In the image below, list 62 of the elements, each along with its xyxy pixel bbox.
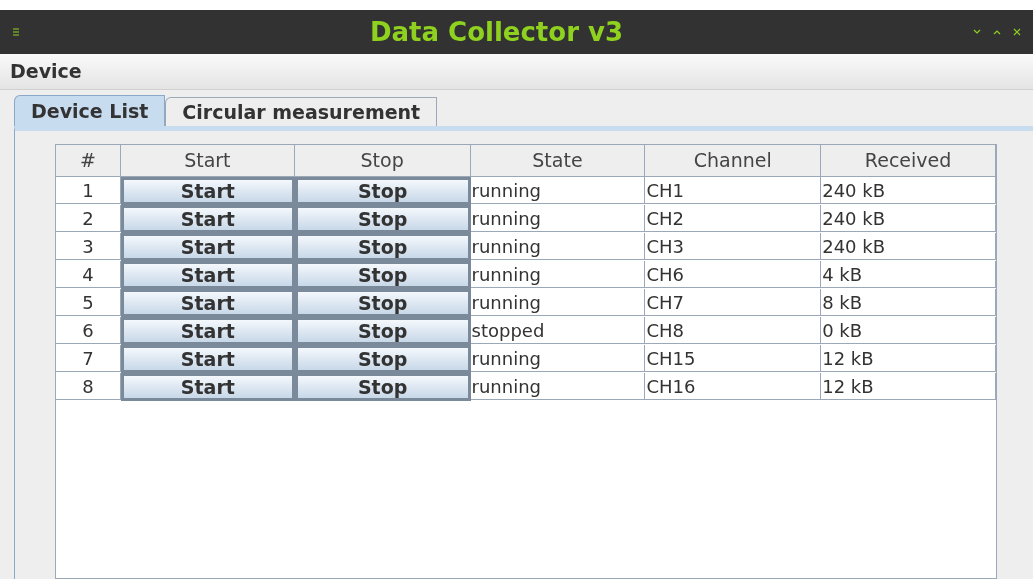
table-cell: 240 kB — [821, 177, 996, 204]
table-cell: CH8 — [645, 317, 822, 344]
menu-icon[interactable] — [12, 28, 20, 36]
stop-button[interactable]: Stop — [295, 178, 470, 204]
table-cell: 8 kB — [821, 289, 996, 316]
start-button[interactable]: Start — [121, 234, 294, 260]
tab[interactable]: Circular measurement — [165, 97, 438, 126]
stop-button[interactable]: Stop — [295, 262, 470, 288]
table-cell: 240 kB — [821, 233, 996, 260]
table-cell: 4 — [56, 261, 121, 288]
table-cell: CH3 — [645, 233, 822, 260]
table-cell: running — [470, 345, 646, 372]
maximize-icon[interactable] — [993, 29, 1001, 35]
table-cell: running — [470, 261, 646, 288]
minimize-icon[interactable] — [973, 29, 981, 35]
column-header[interactable]: Start — [120, 145, 295, 177]
stop-button[interactable]: Stop — [295, 234, 470, 260]
table-cell: 5 — [56, 289, 121, 316]
table-cell: CH15 — [645, 345, 822, 372]
table-cell: CH6 — [645, 261, 822, 288]
column-header[interactable]: State — [470, 145, 646, 177]
window-title: Data Collector v3 — [369, 15, 624, 49]
table-cell: CH16 — [645, 373, 822, 400]
table-cell: running — [470, 205, 646, 232]
start-button[interactable]: Start — [121, 346, 294, 372]
start-button[interactable]: Start — [121, 374, 294, 400]
table-cell: 12 kB — [821, 373, 996, 400]
table-cell: running — [470, 233, 646, 260]
menu-item[interactable]: Device — [10, 57, 82, 86]
tab[interactable]: Device List — [14, 95, 166, 126]
table-cell: 7 — [56, 345, 121, 372]
table-cell: 0 kB — [821, 317, 996, 344]
table-cell: stopped — [470, 317, 646, 344]
table-cell: running — [470, 373, 646, 400]
table-cell: 240 kB — [821, 205, 996, 232]
stop-button[interactable]: Stop — [295, 346, 470, 372]
table-cell: 2 — [56, 205, 121, 232]
stop-button[interactable]: Stop — [295, 374, 470, 400]
column-header[interactable]: Channel — [645, 145, 822, 177]
table-cell: 4 kB — [821, 261, 996, 288]
start-button[interactable]: Start — [121, 290, 294, 316]
table-cell: running — [470, 289, 646, 316]
start-button[interactable]: Start — [121, 206, 294, 232]
table-cell: CH1 — [645, 177, 822, 204]
close-icon[interactable] — [1013, 28, 1021, 36]
table-cell: 3 — [56, 233, 121, 260]
start-button[interactable]: Start — [121, 178, 294, 204]
table-cell: CH2 — [645, 205, 822, 232]
start-button[interactable]: Start — [121, 318, 294, 344]
start-button[interactable]: Start — [121, 262, 294, 288]
column-header[interactable]: Stop — [294, 145, 471, 177]
column-header[interactable]: Received — [821, 145, 996, 177]
table-cell: 1 — [56, 177, 121, 204]
column-header[interactable]: # — [56, 145, 121, 177]
table-cell: 12 kB — [821, 345, 996, 372]
table-cell: running — [470, 177, 646, 204]
stop-button[interactable]: Stop — [295, 318, 470, 344]
stop-button[interactable]: Stop — [295, 290, 470, 316]
table-cell: CH7 — [645, 289, 822, 316]
stop-button[interactable]: Stop — [295, 206, 470, 232]
table-cell: 6 — [56, 317, 121, 344]
table-cell: 8 — [56, 373, 121, 400]
